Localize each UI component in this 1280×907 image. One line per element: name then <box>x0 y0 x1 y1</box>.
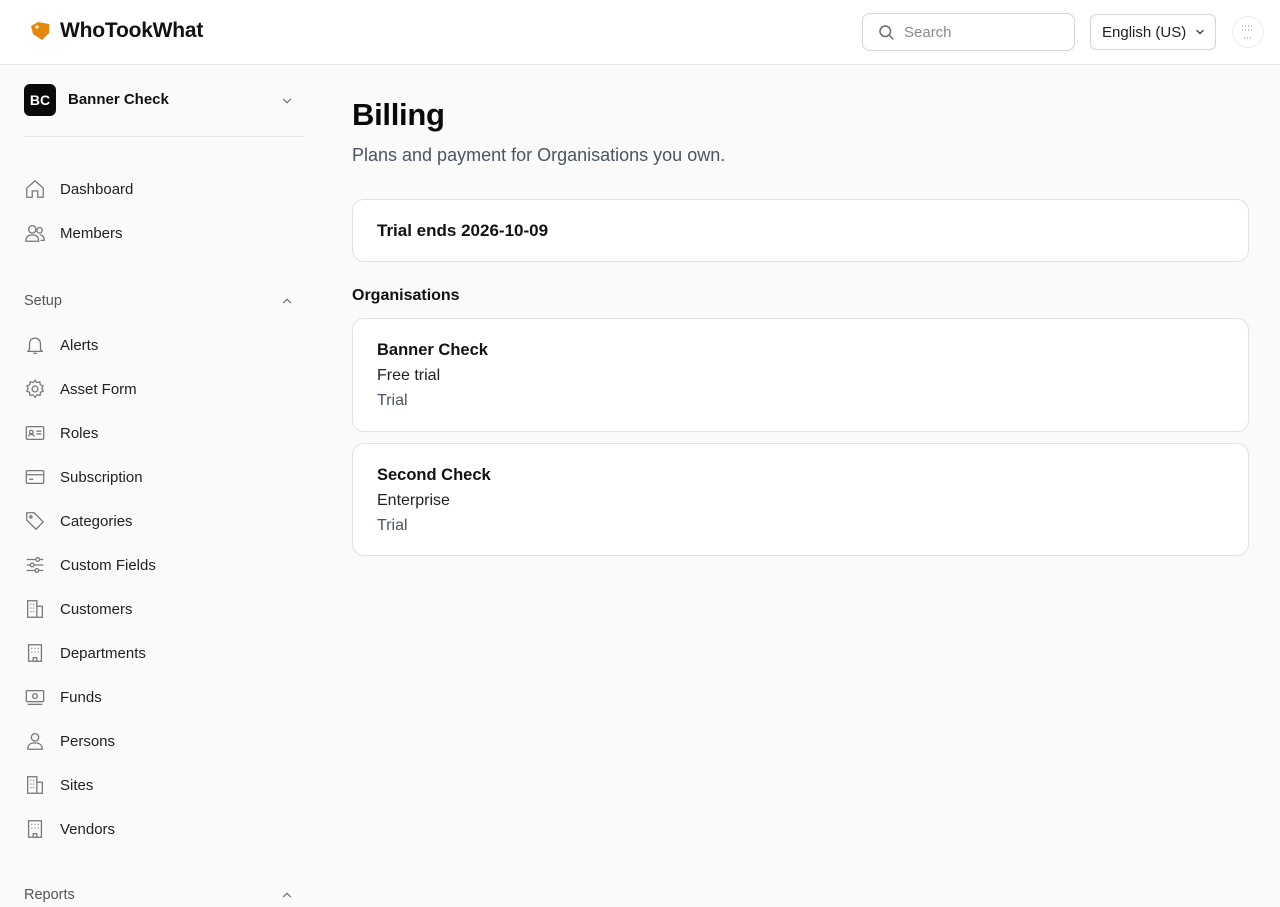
sidebar-item-label: Customers <box>60 600 133 618</box>
sliders-icon <box>26 557 44 573</box>
sidebar-item-label: Asset Form <box>60 380 137 398</box>
avatar-placeholder-icon <box>1242 25 1254 39</box>
organisation-plan: Enterprise <box>377 492 450 509</box>
sidebar-item-categories[interactable]: Categories <box>24 503 304 539</box>
sidebar-item-custom-fields[interactable]: Custom Fields <box>24 547 304 583</box>
org-initials-badge: BC <box>24 84 56 116</box>
sidebar-item-customers[interactable]: Customers <box>24 591 304 627</box>
sidebar-item-vendors[interactable]: Vendors <box>24 811 304 847</box>
building-icon <box>27 644 43 662</box>
sidebar-item-label: Dashboard <box>60 180 134 198</box>
sidebar-item-label: Departments <box>60 644 146 662</box>
sidebar-item-label: Subscription <box>60 468 143 486</box>
home-icon <box>26 180 44 198</box>
sidebar-item-asset-form[interactable]: Asset Form <box>24 371 304 407</box>
banknote-icon <box>25 689 45 705</box>
trial-notice-card: Trial ends 2026-10-09 <box>352 199 1249 262</box>
language-select[interactable]: English (US) <box>1090 14 1216 50</box>
search-input[interactable] <box>904 23 1064 41</box>
id-card-icon <box>25 425 45 441</box>
section-heading: Reports <box>24 887 75 903</box>
users-icon <box>25 225 45 242</box>
sidebar-item-members[interactable]: Members <box>24 215 304 251</box>
sidebar-divider <box>24 136 304 137</box>
organisation-status: Trial <box>377 517 408 534</box>
tag-icon <box>26 512 44 530</box>
sidebar: BC Banner Check Dashboard Members Setup … <box>0 65 328 903</box>
building-icon <box>27 600 43 618</box>
sidebar-item-label: Alerts <box>60 336 99 354</box>
sidebar-item-alerts[interactable]: Alerts <box>24 327 304 363</box>
sidebar-item-funds[interactable]: Funds <box>24 679 304 715</box>
building-icon <box>27 776 43 794</box>
sidebar-item-label: Roles <box>60 424 99 442</box>
sidebar-item-roles[interactable]: Roles <box>24 415 304 451</box>
organisation-card[interactable]: Second Check Enterprise Trial <box>352 443 1249 556</box>
language-label: English (US) <box>1102 23 1187 41</box>
organisation-name: Banner Check <box>377 341 488 359</box>
setup-section-toggle[interactable]: Setup <box>24 289 304 313</box>
page-subtitle: Plans and payment for Organisations you … <box>352 145 726 165</box>
sidebar-item-persons[interactable]: Persons <box>24 723 304 759</box>
credit-card-icon <box>25 469 45 485</box>
brand[interactable]: WhoTookWhat <box>30 19 203 43</box>
section-heading: Setup <box>24 293 62 309</box>
building-icon <box>27 820 43 838</box>
bell-icon <box>27 337 43 354</box>
sidebar-item-sites[interactable]: Sites <box>24 767 304 803</box>
sidebar-item-label: Sites <box>60 776 94 794</box>
organisation-status: Trial <box>377 392 408 409</box>
organisation-card[interactable]: Banner Check Free trial Trial <box>352 318 1249 432</box>
org-switcher[interactable]: BC Banner Check <box>24 84 304 136</box>
page-title: Billing <box>352 97 445 132</box>
chevron-down-icon <box>282 98 292 104</box>
sidebar-item-subscription[interactable]: Subscription <box>24 459 304 495</box>
sidebar-item-label: Funds <box>60 688 102 706</box>
chevron-up-icon <box>282 298 292 304</box>
sidebar-item-departments[interactable]: Departments <box>24 635 304 671</box>
chevron-down-icon <box>1196 29 1204 35</box>
sidebar-item-label: Members <box>60 224 123 242</box>
sidebar-item-label: Vendors <box>60 820 116 838</box>
trial-end-text: Trial ends 2026-10-09 <box>377 221 549 240</box>
sidebar-item-dashboard[interactable]: Dashboard <box>24 171 304 207</box>
top-header: WhoTookWhat English (US) <box>0 0 1280 65</box>
sidebar-item-label: Persons <box>60 732 116 750</box>
reports-section-toggle[interactable]: Reports <box>24 883 304 907</box>
organisations-heading: Organisations <box>352 287 460 304</box>
gear-icon <box>25 379 45 399</box>
user-avatar[interactable] <box>1232 16 1264 48</box>
organisation-plan: Free trial <box>377 367 441 384</box>
org-name: Banner Check <box>68 91 169 108</box>
search-icon <box>879 25 894 40</box>
user-icon <box>27 733 43 750</box>
search-box[interactable] <box>862 13 1075 51</box>
sidebar-item-label: Categories <box>60 512 133 530</box>
tag-logo-icon <box>31 22 49 40</box>
organisation-name: Second Check <box>377 466 491 484</box>
brand-name: WhoTookWhat <box>60 19 204 42</box>
sidebar-item-label: Custom Fields <box>60 556 156 574</box>
